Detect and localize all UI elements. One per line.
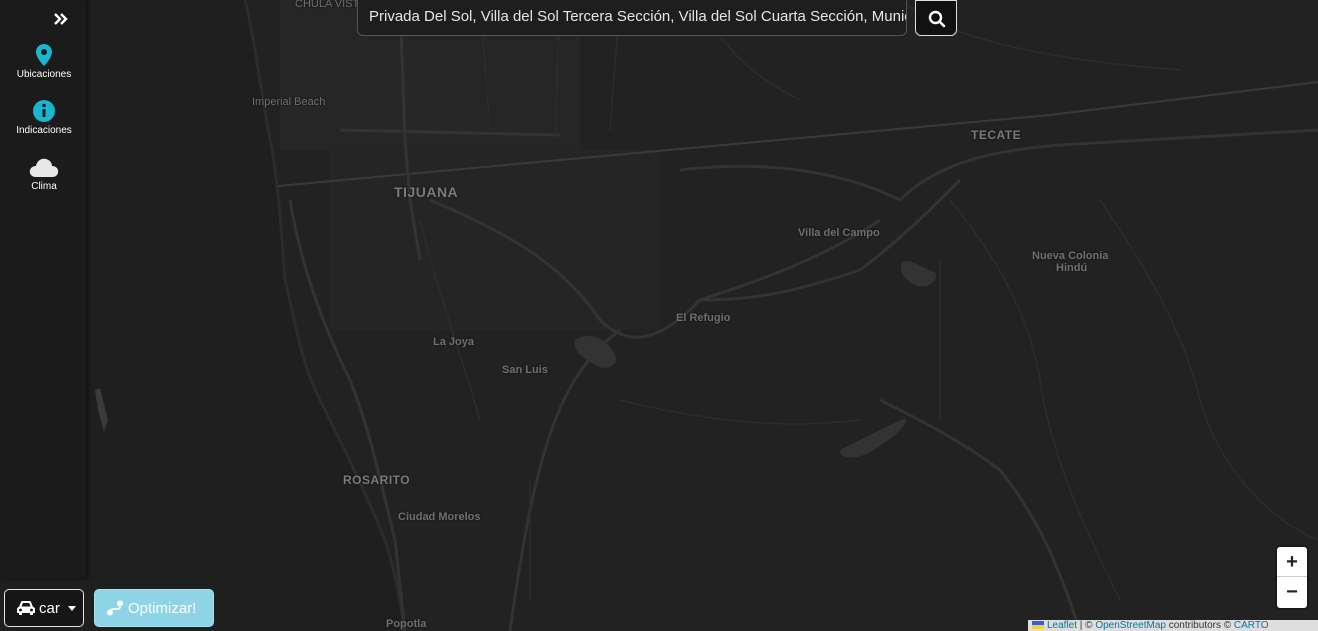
sidebar-item-label: Clima xyxy=(31,181,57,192)
attribution-contributors: contributors © xyxy=(1165,620,1234,631)
map-label: TIJUANA xyxy=(394,184,459,200)
map-pin-icon xyxy=(36,44,52,66)
vehicle-dropdown[interactable]: car xyxy=(4,589,84,627)
map-label: Popotla xyxy=(386,618,427,630)
optimize-button[interactable]: Optimizar! xyxy=(94,589,214,627)
map-label: La Joya xyxy=(433,336,474,348)
leaflet-link[interactable]: Leaflet xyxy=(1047,620,1077,631)
map-label: Ciudad Morelos xyxy=(398,511,481,523)
vehicle-label: car xyxy=(39,600,60,617)
info-icon xyxy=(33,100,55,122)
map-label: Villa del Campo xyxy=(798,227,880,239)
caret-down-icon xyxy=(68,606,76,611)
map-label: ROSARITO xyxy=(343,473,411,487)
map-base-layer xyxy=(0,0,1318,631)
map-label: Nueva Colonia xyxy=(1032,250,1109,262)
map-label: Hindú xyxy=(1056,262,1088,274)
map-attribution: Leaflet | © OpenStreetMap contributors ©… xyxy=(1028,620,1318,631)
search-button[interactable] xyxy=(915,0,957,36)
sidebar-item-label: Indicaciones xyxy=(16,125,72,136)
double-chevron-right-icon[interactable] xyxy=(50,10,72,30)
sidebar-item-label: Ubicaciones xyxy=(16,69,72,80)
search-input[interactable]: Privada Del Sol, Villa del Sol Tercera S… xyxy=(357,0,907,36)
cloud-icon xyxy=(29,158,59,177)
search-icon xyxy=(928,10,946,28)
carto-link[interactable]: CARTO xyxy=(1234,620,1269,631)
map-label: CHULA VISTA xyxy=(295,0,366,10)
map-label: El Refugio xyxy=(676,312,731,324)
zoom-out-button[interactable]: − xyxy=(1277,577,1307,607)
osm-link[interactable]: OpenStreetMap xyxy=(1095,620,1166,631)
attribution-separator: | © xyxy=(1077,620,1096,631)
map-label: Imperial Beach xyxy=(252,96,326,108)
car-icon xyxy=(17,601,35,615)
sidebar-item-ubicaciones[interactable]: Ubicaciones xyxy=(0,43,88,80)
sidebar: Ubicaciones Indicaciones Clima xyxy=(0,0,86,578)
sidebar-item-clima[interactable]: Clima xyxy=(0,155,88,192)
sidebar-item-indicaciones[interactable]: Indicaciones xyxy=(0,99,88,136)
zoom-in-button[interactable]: + xyxy=(1277,547,1307,577)
optimize-label: Optimizar! xyxy=(128,600,197,617)
map-label: TECATE xyxy=(971,128,1022,142)
zoom-control: + − xyxy=(1277,547,1307,608)
ukraine-flag-icon xyxy=(1032,621,1044,630)
map-canvas[interactable]: CHULA VISTA Imperial Beach TIJUANA TECAT… xyxy=(0,0,1318,631)
map-label: San Luis xyxy=(502,364,548,376)
route-icon xyxy=(107,600,123,616)
